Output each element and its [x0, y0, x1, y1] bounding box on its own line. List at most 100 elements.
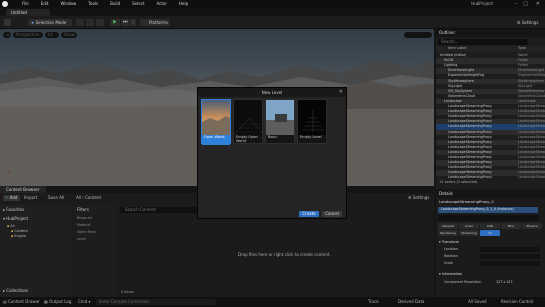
rotation-field[interactable] — [480, 254, 540, 259]
filter-level[interactable]: Level — [77, 237, 86, 241]
details-tab-actor[interactable]: Actor — [459, 223, 479, 229]
revision-control-button[interactable]: Revision Control — [501, 300, 533, 304]
outliner-row-type: StaticMeshActor — [518, 88, 545, 93]
template-open-world[interactable]: Open World — [201, 99, 231, 145]
output-log-button[interactable]: ▦ Output Log — [44, 300, 71, 304]
close-icon[interactable]: ✕ — [339, 90, 343, 95]
menu-select[interactable]: Select — [126, 2, 150, 6]
transform-section[interactable]: ▾ Transform — [439, 240, 459, 245]
details-tab-lod[interactable]: LOD — [480, 223, 500, 229]
menu-bar: File Edit Window Tools Build Select Acto… — [0, 0, 545, 8]
tree-content[interactable]: ▪ Content — [11, 229, 28, 233]
menu-help[interactable]: Help — [173, 2, 194, 6]
cancel-button[interactable]: Cancel — [322, 211, 342, 217]
blueprints-icon[interactable] — [86, 19, 94, 26]
content-browser-tab[interactable]: Content Browser — [0, 186, 46, 193]
type-column[interactable]: Type — [518, 46, 526, 51]
platforms-dropdown[interactable]: Platforms — [140, 19, 170, 26]
level-tab[interactable]: Untitled — [6, 9, 50, 16]
template-empty-level[interactable]: Empty Level — [297, 99, 327, 144]
quick-add-icon[interactable] — [76, 19, 84, 26]
outliner-row-type: Landscape — [518, 98, 536, 103]
play-icon[interactable]: ▶ — [110, 19, 120, 26]
outliner-row-label: LandscapeStreamingProxy — [448, 134, 492, 139]
outliner-row-type: LandscapeStreamingProxy — [518, 155, 545, 159]
create-button[interactable]: Create — [299, 211, 319, 217]
console-command-input[interactable]: Enter Console Command — [96, 299, 216, 305]
outliner-row-type: LandscapeStreamingProxy — [518, 109, 545, 114]
save-all-button[interactable]: Save All — [48, 196, 64, 200]
cmd-dropdown[interactable]: Cmd ▾ — [78, 300, 91, 304]
collections-section[interactable]: ▸ Collections — [3, 289, 28, 293]
selection-mode-dropdown[interactable]: ➤ Selection Mode — [28, 19, 72, 26]
menu-build[interactable]: Build — [104, 2, 126, 6]
breadcrumb-content[interactable]: Content — [85, 195, 101, 200]
details-instance-row[interactable]: LandscapeStreamingProxy_0_1_0 (Instance) — [438, 207, 538, 213]
import-label: Import — [24, 195, 38, 200]
breadcrumb-all[interactable]: All — [76, 195, 81, 200]
open-world-thumbnail — [202, 100, 230, 135]
menu-edit[interactable]: Edit — [35, 2, 55, 6]
outliner-row-label: LandscapeStreamingProxy — [448, 170, 492, 175]
cb-settings-button[interactable]: ⚙ Settings — [408, 196, 429, 200]
unreal-logo-icon[interactable] — [2, 1, 8, 7]
outliner-row-label: Untitled (Editor) — [440, 53, 467, 57]
filter-blueprint[interactable]: Blueprint — [77, 216, 92, 220]
details-tab-streaming[interactable]: Streaming — [459, 230, 479, 236]
folder-icon: ▪ — [7, 224, 10, 228]
details-tab-general[interactable]: General — [438, 223, 458, 229]
close-window-icon[interactable]: ✕ — [536, 2, 540, 7]
filters-panel: Filters Blueprint Material Static Mesh L… — [74, 204, 116, 297]
outliner-row-type: LandscapeStreamingProxy — [518, 114, 545, 119]
project-name: HubProject — [471, 1, 493, 6]
location-field[interactable] — [480, 247, 540, 252]
outliner-row-label: SkyAtmosphere — [448, 78, 474, 83]
menu-actor[interactable]: Actor — [150, 2, 173, 6]
outliner-row-label: LandscapeStreamingProxy — [448, 139, 492, 144]
favorites-section[interactable]: ▸ Favorites — [3, 208, 24, 212]
filter-static-mesh[interactable]: Static Mesh — [77, 230, 96, 234]
add-button[interactable]: + Add — [3, 195, 20, 201]
console-placeholder: Enter Console Command — [99, 299, 149, 304]
scale-field[interactable] — [480, 261, 540, 266]
maximize-icon[interactable]: □ — [523, 2, 528, 7]
details-search-input[interactable] — [438, 215, 538, 221]
tree-all[interactable]: ▪ All — [7, 224, 15, 228]
trace-button[interactable]: Trace — [368, 300, 379, 304]
details-tab-rendering[interactable]: Rendering — [438, 230, 458, 236]
details-tab-misc[interactable]: Misc — [501, 223, 521, 229]
filter-material[interactable]: Material — [77, 223, 90, 227]
information-section[interactable]: ▾ Information — [439, 272, 462, 277]
template-empty-open-world[interactable]: Empty Open World — [233, 99, 263, 144]
outliner-search-input[interactable]: Search... — [438, 39, 528, 45]
outliner-row-type: LandscapeStreamingProxy — [518, 104, 545, 108]
save-all-label: Save All — [48, 195, 65, 200]
component-resolution-value: 127 x 127 — [496, 280, 513, 284]
all-saved-button[interactable]: All Saved — [468, 300, 487, 304]
skip-icon[interactable]: ⏭ — [121, 19, 129, 26]
menu-window[interactable]: Window — [54, 2, 82, 6]
details-tab-physics[interactable]: Physics — [522, 223, 542, 229]
project-section[interactable]: ▾ HubProject — [3, 217, 28, 221]
outliner-row-label: LandscapeStreamingProxy — [448, 114, 492, 119]
item-label-column[interactable]: Item Label — [448, 46, 467, 51]
derived-data-button[interactable]: Derived Data — [398, 300, 425, 304]
settings-button[interactable]: ⚙ Settings — [514, 19, 542, 26]
cinematics-icon[interactable] — [96, 19, 104, 26]
details-object-name[interactable]: LandscapeStreamingProxy_0 — [439, 200, 494, 204]
outliner-row-label: LandscapeStreamingProxy — [448, 149, 492, 154]
import-button[interactable]: Import — [24, 196, 37, 200]
minimize-icon[interactable]: – — [515, 2, 518, 7]
outliner-row-type: SkyLight — [518, 83, 533, 88]
transform-fields[interactable] — [480, 247, 540, 267]
tree-engine[interactable]: ▪ Engine — [11, 234, 26, 238]
save-level-icon[interactable] — [4, 19, 11, 26]
template-basic[interactable]: Basic — [265, 99, 295, 144]
template-label: Basic — [268, 135, 278, 139]
outliner-row-label: LandscapeStreamingProxy — [448, 155, 492, 159]
details-tab-all[interactable]: All — [480, 230, 500, 236]
play-options-icon[interactable]: ⋮ — [130, 19, 136, 26]
menu-file[interactable]: File — [16, 2, 35, 6]
menu-tools[interactable]: Tools — [82, 2, 104, 6]
content-drawer-button[interactable]: ▤ Content Drawer — [3, 300, 40, 304]
